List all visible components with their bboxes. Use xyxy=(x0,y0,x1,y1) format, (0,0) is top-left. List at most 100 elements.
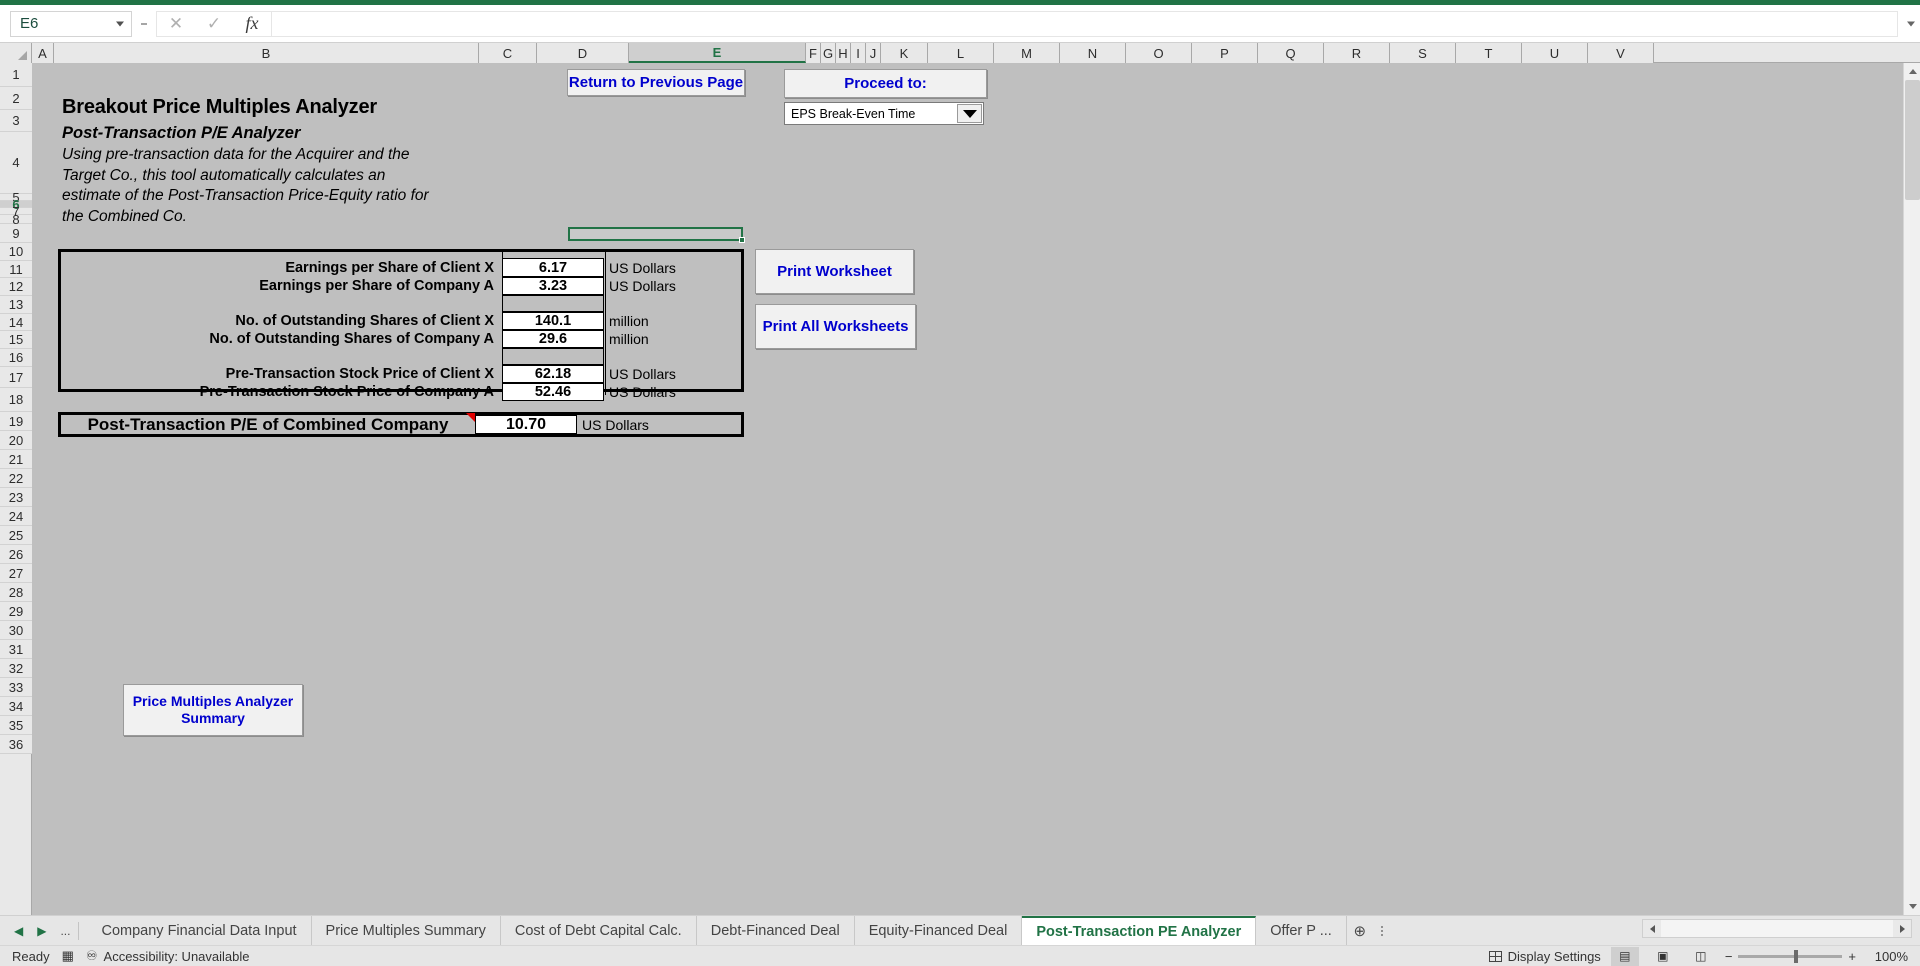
row-header-8[interactable]: 8 xyxy=(0,215,32,224)
fill-handle[interactable] xyxy=(739,237,745,243)
column-header-c[interactable]: C xyxy=(479,43,537,63)
row-header-1[interactable]: 1 xyxy=(0,63,32,87)
row-header-20[interactable]: 20 xyxy=(0,431,32,450)
column-header-j[interactable]: J xyxy=(866,43,881,63)
column-header-s[interactable]: S xyxy=(1390,43,1456,63)
column-header-m[interactable]: M xyxy=(994,43,1060,63)
print-all-worksheets-button[interactable]: Print All Worksheets xyxy=(755,304,916,349)
row-header-35[interactable]: 35 xyxy=(0,716,32,735)
sheet-tab-price-multiples-summary[interactable]: Price Multiples Summary xyxy=(312,916,501,946)
column-header-k[interactable]: K xyxy=(881,43,928,63)
column-header-p[interactable]: P xyxy=(1192,43,1258,63)
row-header-11[interactable]: 11 xyxy=(0,261,32,278)
horizontal-scrollbar[interactable] xyxy=(1642,919,1912,938)
column-header-f[interactable]: F xyxy=(806,43,821,63)
vertical-scrollbar[interactable] xyxy=(1903,63,1920,915)
close-icon[interactable]: ✕ xyxy=(157,11,195,37)
worksheet-grid[interactable]: Breakout Price Multiples Analyzer Post-T… xyxy=(33,63,1552,915)
nav-next-icon[interactable]: ▶ xyxy=(37,924,46,938)
zoom-slider-thumb[interactable] xyxy=(1794,950,1798,963)
page-break-view-icon[interactable]: ◫ xyxy=(1687,947,1715,966)
row-header-28[interactable]: 28 xyxy=(0,583,32,602)
row-header-22[interactable]: 22 xyxy=(0,469,32,488)
active-cell-selection[interactable] xyxy=(568,227,743,241)
row-value-input[interactable]: 140.1 xyxy=(502,312,604,330)
zoom-out-icon[interactable]: − xyxy=(1725,949,1733,964)
column-header-n[interactable]: N xyxy=(1060,43,1126,63)
name-box[interactable]: E6 xyxy=(10,11,132,37)
scroll-right-icon[interactable] xyxy=(1893,920,1911,937)
row-header-29[interactable]: 29 xyxy=(0,602,32,621)
proceed-to-label-button[interactable]: Proceed to: xyxy=(784,69,987,98)
record-macro-icon[interactable]: ▦ xyxy=(62,948,74,964)
row-header-3[interactable]: 3 xyxy=(0,110,32,132)
chevron-down-icon[interactable] xyxy=(116,21,124,26)
sheet-tab-offer-p[interactable]: Offer P ... xyxy=(1256,916,1347,946)
row-header-15[interactable]: 15 xyxy=(0,331,32,349)
row-header-10[interactable]: 10 xyxy=(0,243,32,261)
sheet-tab-debt-financed-deal[interactable]: Debt-Financed Deal xyxy=(697,916,855,946)
page-layout-view-icon[interactable]: ▣ xyxy=(1649,947,1677,966)
row-header-4[interactable]: 4 xyxy=(0,132,32,194)
row-header-12[interactable]: 12 xyxy=(0,278,32,296)
row-value-input[interactable]: 29.6 xyxy=(502,330,604,348)
formula-bar-expand-icon[interactable] xyxy=(1907,21,1915,26)
row-header-32[interactable]: 32 xyxy=(0,659,32,678)
normal-view-icon[interactable]: ▤ xyxy=(1611,947,1639,966)
horizontal-scrollbar-track[interactable] xyxy=(1661,920,1893,937)
row-header-16[interactable]: 16 xyxy=(0,349,32,367)
row-value-input[interactable]: 3.23 xyxy=(502,277,604,295)
sheet-tab-company-financial-data-input[interactable]: Company Financial Data Input xyxy=(87,916,311,946)
column-header-b[interactable]: B xyxy=(54,43,479,63)
price-multiples-analyzer-summary-button[interactable]: Price Multiples Analyzer Summary xyxy=(123,684,303,736)
row-header-17[interactable]: 17 xyxy=(0,367,32,388)
row-header-34[interactable]: 34 xyxy=(0,697,32,716)
fx-icon[interactable]: fx xyxy=(233,11,271,37)
comment-indicator-icon[interactable] xyxy=(466,413,475,422)
nav-previous-icon[interactable]: ◀ xyxy=(14,924,23,938)
formula-input[interactable] xyxy=(271,11,1898,37)
row-header-31[interactable]: 31 xyxy=(0,640,32,659)
return-to-previous-page-button[interactable]: Return to Previous Page xyxy=(567,69,745,96)
zoom-slider[interactable]: − + xyxy=(1725,949,1856,964)
chevron-down-icon[interactable] xyxy=(957,104,982,123)
row-value-input[interactable]: 52.46 xyxy=(502,383,604,401)
column-header-h[interactable]: H xyxy=(836,43,851,63)
scroll-up-icon[interactable] xyxy=(1904,63,1920,80)
column-header-a[interactable]: A xyxy=(32,43,54,63)
row-header-26[interactable]: 26 xyxy=(0,545,32,564)
result-value[interactable]: 10.70 xyxy=(475,415,577,434)
column-header-u[interactable]: U xyxy=(1522,43,1588,63)
column-header-q[interactable]: Q xyxy=(1258,43,1324,63)
row-header-36[interactable]: 36 xyxy=(0,735,32,754)
column-header-e[interactable]: E xyxy=(629,43,806,63)
scroll-down-icon[interactable] xyxy=(1904,898,1920,915)
column-header-o[interactable]: O xyxy=(1126,43,1192,63)
column-header-d[interactable]: D xyxy=(537,43,629,63)
select-all-corner[interactable] xyxy=(0,43,32,63)
row-header-24[interactable]: 24 xyxy=(0,507,32,526)
column-header-v[interactable]: V xyxy=(1588,43,1654,63)
row-header-18[interactable]: 18 xyxy=(0,388,32,412)
proceed-to-dropdown[interactable]: EPS Break-Even Time xyxy=(784,102,984,125)
sheet-tab-equity-financed-deal[interactable]: Equity-Financed Deal xyxy=(855,916,1023,946)
row-header-13[interactable]: 13 xyxy=(0,296,32,314)
column-header-g[interactable]: G xyxy=(821,43,836,63)
row-value-input[interactable]: 6.17 xyxy=(502,258,604,277)
zoom-slider-track[interactable] xyxy=(1738,955,1842,958)
row-header-27[interactable]: 27 xyxy=(0,564,32,583)
column-header-l[interactable]: L xyxy=(928,43,994,63)
sheet-tab-post-transaction-pe-analyzer[interactable]: Post-Transaction PE Analyzer xyxy=(1022,916,1256,946)
row-header-2[interactable]: 2 xyxy=(0,87,32,110)
row-header-21[interactable]: 21 xyxy=(0,450,32,469)
print-worksheet-button[interactable]: Print Worksheet xyxy=(755,249,914,294)
vertical-scrollbar-thumb[interactable] xyxy=(1905,80,1920,200)
row-header-19[interactable]: 19 xyxy=(0,412,32,431)
row-value-input[interactable]: 62.18 xyxy=(502,365,604,383)
sheet-tab-cost-of-debt-capital-calc[interactable]: Cost of Debt Capital Calc. xyxy=(501,916,697,946)
row-header-25[interactable]: 25 xyxy=(0,526,32,545)
row-header-30[interactable]: 30 xyxy=(0,621,32,640)
check-icon[interactable]: ✓ xyxy=(195,11,233,37)
row-header-14[interactable]: 14 xyxy=(0,314,32,331)
accessibility-status[interactable]: ♾ Accessibility: Unavailable xyxy=(86,948,250,964)
